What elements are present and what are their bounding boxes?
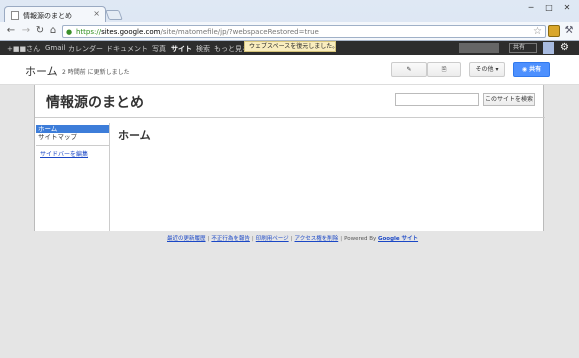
url-text: https://sites.google.com/site/matomefile… — [76, 28, 319, 36]
powered-by-text: Powered By — [344, 236, 377, 242]
share-label: 共有 — [529, 66, 542, 73]
page-title: ホーム — [25, 65, 58, 78]
maximize-button[interactable]: □ — [541, 2, 557, 14]
home-icon[interactable]: ⌂ — [47, 25, 59, 37]
site-container: 情報源のまとめ このサイトを検索 ホーム サイトマップ サイドバーを編集 ホーム — [34, 85, 545, 231]
forward-arrow-icon[interactable]: → — [20, 25, 32, 37]
tab-title: 情報源のまとめ — [23, 12, 72, 20]
gbar-item-sites[interactable]: サイト — [171, 44, 192, 54]
back-arrow-icon[interactable]: ← — [5, 25, 17, 37]
edit-sidebar-link[interactable]: サイドバーを編集 — [40, 149, 88, 158]
gbar-item-user[interactable]: +■■さん — [7, 44, 40, 54]
gbar-share-button[interactable]: 共有 — [509, 43, 537, 53]
reload-icon[interactable]: ↻ — [34, 25, 46, 37]
google-sites-link[interactable]: Google サイト — [378, 236, 418, 242]
extension-icon[interactable] — [548, 25, 560, 37]
footer-separator: | — [340, 236, 343, 242]
gbar-item-search[interactable]: 検索 — [196, 44, 210, 54]
report-abuse-link[interactable]: 不正行為を報告 — [211, 236, 250, 242]
browser-window: 情報源のまとめ × ─ □ ✕ ← → ↻ ⌂ ● https://sites.… — [0, 0, 579, 358]
gear-icon[interactable]: ⚙ — [560, 42, 569, 54]
sites-header: ホーム 2 時間前 に更新しました ✎ 🗎 その他 ▾ ◉ 共有 — [0, 55, 579, 85]
account-email-redacted — [459, 43, 499, 53]
gbar-item-documents[interactable]: ドキュメント — [106, 44, 148, 54]
sidebar-item-sitemap[interactable]: サイトマップ — [36, 133, 109, 141]
site-search-input[interactable] — [395, 93, 479, 106]
remove-access-link[interactable]: アクセス権を削除 — [295, 236, 339, 242]
url-host: sites.google.com — [101, 28, 161, 36]
site-title[interactable]: 情報源のまとめ — [46, 92, 144, 112]
header-divider — [35, 117, 545, 118]
minimize-button[interactable]: ─ — [523, 2, 539, 14]
close-window-button[interactable]: ✕ — [559, 2, 575, 14]
site-search-button[interactable]: このサイトを検索 — [483, 93, 535, 106]
url-path: /site/matomefile/jp/?webspaceRestored=tr… — [160, 28, 319, 36]
lock-icon: ● — [66, 28, 73, 36]
footer-separator: | — [251, 236, 254, 242]
more-actions-button[interactable]: その他 ▾ — [469, 62, 505, 77]
wrench-icon[interactable]: ⚒ — [563, 25, 575, 37]
page-favicon-icon — [11, 11, 19, 20]
gbar-item-gmail[interactable]: Gmail — [45, 44, 65, 52]
sidebar-divider — [36, 145, 109, 146]
updated-text: 2 時間前 に更新しました — [62, 69, 130, 76]
browser-toolbar: ← → ↻ ⌂ ● https://sites.google.com/site/… — [0, 22, 579, 41]
bookmark-star-icon[interactable]: ☆ — [533, 26, 542, 37]
gbar-item-photos[interactable]: 写真 — [152, 44, 166, 54]
tab-close-icon[interactable]: × — [93, 9, 100, 18]
share-button[interactable]: ◉ 共有 — [513, 62, 550, 77]
tab-strip: 情報源のまとめ × ─ □ ✕ — [0, 0, 579, 23]
sidebar-item-home[interactable]: ホーム — [36, 125, 109, 133]
footer: 最近の更新履歴 | 不正行為を報告 | 印刷用ページ | アクセス権を削除 | Powered … — [167, 234, 418, 242]
address-bar[interactable]: ● https://sites.google.com/site/matomefi… — [62, 25, 546, 38]
page-icon: 🗎 — [441, 66, 447, 73]
gbar-item-calendar[interactable]: カレンダー — [68, 44, 103, 54]
recent-changes-link[interactable]: 最近の更新履歴 — [167, 236, 206, 242]
notification-toast: ウェブスペースを復元しました。 — [244, 41, 338, 52]
url-scheme: https:// — [76, 28, 102, 36]
main-page-title: ホーム — [118, 129, 151, 142]
new-tab-button[interactable] — [105, 10, 123, 20]
pencil-icon: ✎ — [406, 66, 412, 73]
footer-separator: | — [290, 236, 293, 242]
footer-separator: | — [207, 236, 210, 242]
print-page-link[interactable]: 印刷用ページ — [256, 236, 289, 242]
edit-page-button[interactable]: ✎ — [391, 62, 427, 77]
browser-tab[interactable]: 情報源のまとめ × — [4, 6, 106, 23]
window-controls: ─ □ ✕ — [523, 2, 575, 14]
sidebar: ホーム サイトマップ サイドバーを編集 — [35, 123, 110, 231]
avatar[interactable] — [543, 42, 554, 54]
new-page-button[interactable]: 🗎 — [427, 62, 461, 77]
